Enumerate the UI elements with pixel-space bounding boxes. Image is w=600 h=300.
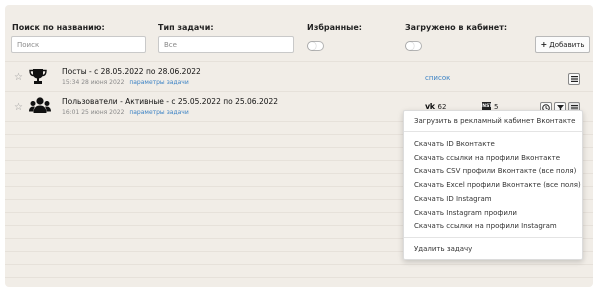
search-label: Поиск по названию:	[12, 23, 105, 32]
task-type-label: Тип задачи:	[158, 23, 214, 32]
menu-button[interactable]	[568, 73, 580, 85]
search-input[interactable]	[11, 36, 146, 53]
task-title: Посты - с 28.05.2022 по 28.06.2022	[62, 67, 201, 76]
uploaded-toggle[interactable]	[405, 41, 422, 51]
menu-item-download[interactable]: Скачать Excel профили Вконтакте (все пол…	[414, 181, 581, 189]
menu-item-download[interactable]: Скачать ссылки на профили Instagram	[414, 222, 557, 230]
add-button-label: Добавить	[549, 40, 585, 49]
toggle-knob	[308, 42, 316, 50]
uploaded-label: Загружено в кабинет:	[405, 23, 508, 32]
task-meta: 16:01 25 июня 2022 параметры задачи	[62, 109, 189, 116]
menu-item-upload-vk[interactable]: Загрузить в рекламный кабинет Вконтакте	[414, 117, 575, 125]
divider	[5, 264, 593, 265]
add-task-button[interactable]: + Добавить	[535, 36, 590, 53]
users-group-icon	[29, 97, 51, 113]
menu-item-download[interactable]: Скачать ID Вконтакте	[414, 140, 495, 148]
menu-divider	[404, 237, 582, 238]
favorites-label: Избранные:	[307, 23, 362, 32]
menu-item-delete[interactable]: Удалить задачу	[414, 245, 472, 253]
menu-item-download[interactable]: Скачать ID Instagram	[414, 195, 492, 203]
menu-item-download[interactable]: Скачать CSV профили Вконтакте (все поля)	[414, 167, 576, 175]
task-params-link[interactable]: параметры задачи	[129, 109, 188, 116]
task-type-input[interactable]	[158, 36, 294, 53]
trophy-icon	[29, 69, 47, 84]
list-link[interactable]: список	[425, 74, 450, 82]
task-params-link[interactable]: параметры задачи	[129, 79, 188, 86]
task-meta: 15:34 28 июня 2022 параметры задачи	[62, 79, 189, 86]
task-time: 16:01 25 июня 2022	[62, 109, 125, 116]
star-icon[interactable]: ☆	[14, 103, 23, 113]
plus-icon: +	[540, 40, 548, 49]
task-actions-menu: Загрузить в рекламный кабинет Вконтакте …	[403, 110, 583, 260]
hamburger-icon	[570, 76, 578, 82]
task-row: ☆ Посты - с 28.05.2022 по 28.06.2022 15:…	[5, 62, 593, 91]
menu-divider	[404, 131, 582, 132]
task-time: 15:34 28 июня 2022	[62, 79, 125, 86]
toggle-knob	[406, 42, 414, 50]
task-title: Пользователи - Активные - с 25.05.2022 п…	[62, 97, 279, 106]
star-icon[interactable]: ☆	[14, 73, 23, 83]
menu-item-download[interactable]: Скачать Instagram профили	[414, 209, 517, 217]
favorites-toggle[interactable]	[307, 41, 324, 51]
menu-item-download[interactable]: Скачать ссылки на профили Вконтакте	[414, 154, 560, 162]
divider	[5, 277, 593, 278]
